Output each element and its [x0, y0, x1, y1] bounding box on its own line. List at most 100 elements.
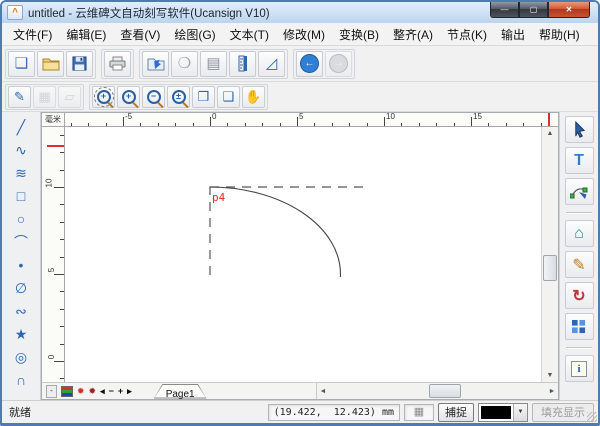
- undo-back-button[interactable]: ←: [296, 51, 323, 77]
- oblique-ellipse-tool-button[interactable]: ∅: [8, 277, 34, 299]
- h-ruler-tick: [471, 117, 472, 126]
- menu-item-modify[interactable]: 修改(M): [276, 23, 332, 46]
- ellipse-tool-icon: ○: [17, 211, 25, 227]
- menu-item-help[interactable]: 帮助(H): [532, 23, 587, 46]
- v-ruler-tick: [54, 187, 64, 188]
- v-ruler-label: 0: [48, 355, 56, 359]
- pan-hand-button[interactable]: ✋: [242, 86, 265, 108]
- solid-shape-button[interactable]: ⌂: [565, 220, 594, 247]
- horizontal-scrollbar[interactable]: ◄ ►: [317, 383, 558, 399]
- line-tool-button[interactable]: ╱: [8, 116, 34, 138]
- new-file-button[interactable]: ❏: [8, 51, 35, 77]
- splitter-button[interactable]: -: [46, 385, 57, 398]
- zoom-all-button[interactable]: ❑: [217, 86, 240, 108]
- ellipse-arc: [210, 187, 340, 277]
- print-button[interactable]: [104, 51, 131, 77]
- minimize-button[interactable]: —: [490, 2, 519, 18]
- name-plate-button[interactable]: ▤: [200, 51, 227, 77]
- star-dark-icon[interactable]: ✹: [89, 387, 97, 396]
- scroll-left-icon[interactable]: ◄: [317, 383, 329, 399]
- h-ruler-tick: [367, 123, 368, 126]
- nav-left-button[interactable]: ◂: [100, 387, 105, 396]
- zoom-window-icon: +: [97, 90, 111, 104]
- h-ruler-label: 5: [299, 113, 303, 121]
- zoom-in-button[interactable]: +: [117, 86, 140, 108]
- text-shear-button: ▱: [58, 86, 81, 108]
- menu-item-output[interactable]: 输出: [494, 23, 532, 46]
- measure-ruler-button[interactable]: [229, 51, 256, 77]
- star-red-icon[interactable]: ✹: [77, 387, 85, 396]
- h-ruler-tick: [314, 123, 315, 126]
- app-icon: ^: [7, 5, 23, 20]
- import-icon: [147, 56, 165, 71]
- star-tool-button[interactable]: ★: [8, 323, 34, 345]
- tile-squares-button[interactable]: [565, 313, 594, 340]
- node-edit-button[interactable]: [565, 178, 594, 205]
- title-bar[interactable]: ^ untitled - 云维碑文自动刻写软件(Ucansign V10) — …: [2, 2, 598, 23]
- menu-item-text[interactable]: 文本(T): [223, 23, 276, 46]
- v-ruler-tick: [60, 326, 64, 327]
- spline-tool-button[interactable]: ∾: [8, 300, 34, 322]
- sign-check-pen-icon: ✎: [14, 90, 25, 103]
- menu-item-file[interactable]: 文件(F): [6, 23, 59, 46]
- grid-toggle[interactable]: ▦: [404, 404, 434, 421]
- layers-icon[interactable]: [61, 386, 73, 397]
- text-insert-button[interactable]: T: [565, 147, 594, 174]
- save-file-icon: [72, 56, 87, 71]
- preview-balloon-button[interactable]: ❍: [171, 51, 198, 77]
- select-button[interactable]: [565, 116, 594, 143]
- cursor-coordinates: (19.422, 12.423) mm: [268, 404, 400, 421]
- info-button[interactable]: i: [565, 355, 594, 382]
- color-dropdown-button[interactable]: ▼: [513, 404, 527, 421]
- page-tab[interactable]: Page1: [144, 384, 217, 399]
- new-file-icon: ❏: [15, 56, 28, 71]
- close-button[interactable]: ✕: [548, 2, 590, 18]
- arc-tool-button[interactable]: ⌒: [8, 231, 34, 253]
- point-tool-button[interactable]: •: [8, 254, 34, 276]
- save-file-button[interactable]: [66, 51, 93, 77]
- zoom-out-button[interactable]: −: [142, 86, 165, 108]
- multi-curve-tool-button[interactable]: ≋: [8, 162, 34, 184]
- text-grid-button: ▦: [33, 86, 56, 108]
- menu-item-align[interactable]: 整齐(A): [386, 23, 440, 46]
- nav-right-button[interactable]: ▸: [127, 387, 132, 396]
- color-combo[interactable]: ▼: [478, 403, 528, 422]
- rotate-copy-button[interactable]: ↻: [565, 282, 594, 309]
- zoom-page-button[interactable]: ❐: [192, 86, 215, 108]
- resize-grip[interactable]: [587, 412, 597, 422]
- scroll-up-icon[interactable]: ▲: [542, 127, 558, 140]
- menu-bar: 文件(F)编辑(E)查看(V)绘图(G)文本(T)修改(M)变换(B)整齐(A)…: [2, 23, 598, 46]
- vertical-scroll-thumb[interactable]: [543, 255, 557, 281]
- menu-item-draw[interactable]: 绘图(G): [167, 23, 222, 46]
- maximize-button[interactable]: ▢: [519, 2, 548, 18]
- coords-value: (19.422, 12.423): [274, 407, 376, 418]
- protractor-button[interactable]: ◿: [258, 51, 285, 77]
- v-ruler-label: 5: [48, 268, 56, 272]
- import-button[interactable]: [142, 51, 169, 77]
- spiral-tool-button[interactable]: ◎: [8, 346, 34, 368]
- menu-item-node[interactable]: 节点(K): [440, 23, 494, 46]
- menu-item-transform[interactable]: 变换(B): [332, 23, 386, 46]
- color-edit-pen-button[interactable]: ✎: [565, 251, 594, 278]
- ellipse-tool-button[interactable]: ○: [8, 208, 34, 230]
- curve-tool-button[interactable]: ∿: [8, 139, 34, 161]
- open-file-button[interactable]: [37, 51, 64, 77]
- horizontal-scroll-thumb[interactable]: [429, 384, 461, 398]
- canvas[interactable]: p1p2p3p4: [65, 127, 541, 382]
- zoom-window-button[interactable]: +: [92, 86, 115, 108]
- scroll-right-icon[interactable]: ►: [546, 383, 558, 399]
- nav-plus-button[interactable]: +: [118, 387, 123, 396]
- h-ruler-tick: [262, 123, 263, 126]
- rectangle-tool-button[interactable]: □: [8, 185, 34, 207]
- vertical-scrollbar[interactable]: ▲ ▼: [541, 127, 558, 382]
- nav-minus-button[interactable]: −: [109, 387, 114, 396]
- zoom-dynamic-button[interactable]: ±: [167, 86, 190, 108]
- node-curve-tool-button[interactable]: ∩: [8, 369, 34, 391]
- h-ruler-label: 0: [212, 113, 216, 121]
- snap-button[interactable]: 捕捉: [438, 403, 474, 422]
- vertical-ruler: 0510: [42, 127, 65, 382]
- scroll-down-icon[interactable]: ▼: [542, 369, 558, 382]
- menu-item-view[interactable]: 查看(V): [113, 23, 167, 46]
- sign-check-pen-button[interactable]: ✎: [8, 86, 31, 108]
- menu-item-edit[interactable]: 编辑(E): [59, 23, 113, 46]
